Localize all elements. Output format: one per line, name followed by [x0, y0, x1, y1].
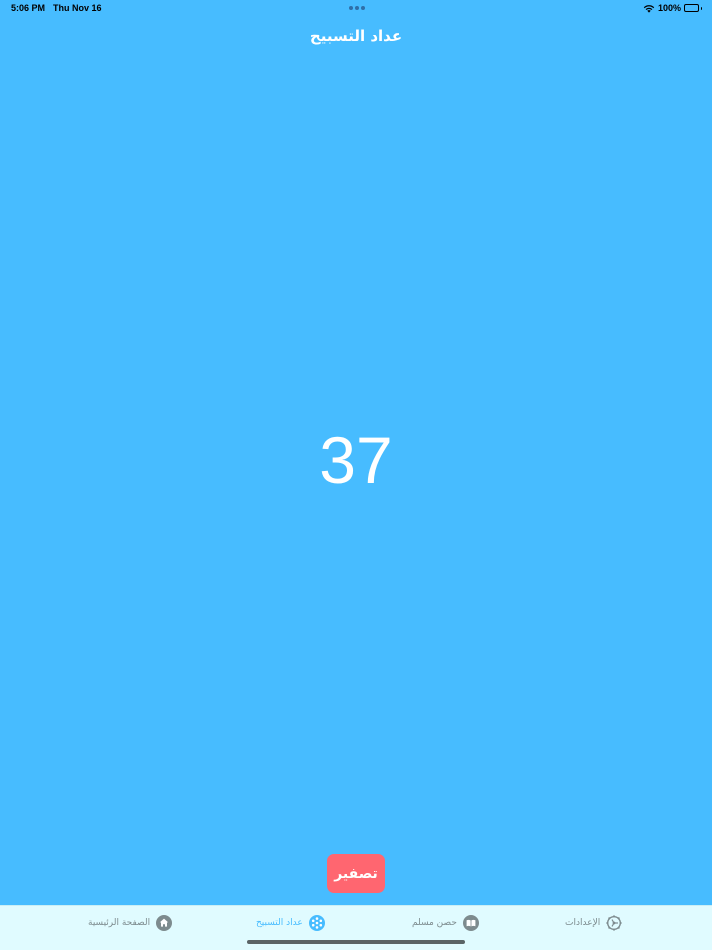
- home-icon: [156, 915, 173, 931]
- tab-label-hisn-muslim: حصن مسلم: [412, 918, 457, 928]
- status-date: Thu Nov 16: [53, 3, 102, 13]
- tasbeeh-counter-display[interactable]: 37: [0, 420, 712, 500]
- home-indicator[interactable]: [247, 940, 465, 944]
- status-bar: 5:06 PM Thu Nov 16 100%: [0, 0, 712, 17]
- multitasking-dots-icon[interactable]: [349, 6, 365, 10]
- tab-label-settings: الإعدادات: [565, 918, 601, 928]
- gear-icon: [606, 915, 622, 931]
- tab-tasbeeh-counter[interactable]: عداد التسبيح: [256, 914, 325, 932]
- status-time: 5:06 PM: [11, 3, 46, 13]
- wifi-icon: [643, 4, 655, 13]
- page-title: عداد التسبيح: [309, 27, 403, 45]
- reset-button[interactable]: تصفير: [327, 854, 385, 893]
- book-icon: [462, 915, 479, 931]
- status-indicators: 100%: [643, 2, 702, 14]
- tab-home[interactable]: الصفحة الرئيسية: [88, 914, 173, 932]
- tab-label-home: الصفحة الرئيسية: [88, 918, 151, 928]
- battery-percent: 100%: [657, 3, 681, 13]
- tab-hisn-muslim[interactable]: حصن مسلم: [412, 914, 479, 932]
- tasbeeh-icon: [308, 915, 325, 931]
- tab-label-tasbeeh-counter: عداد التسبيح: [256, 918, 303, 928]
- tab-settings[interactable]: الإعدادات: [565, 914, 622, 932]
- battery-icon: [684, 4, 702, 12]
